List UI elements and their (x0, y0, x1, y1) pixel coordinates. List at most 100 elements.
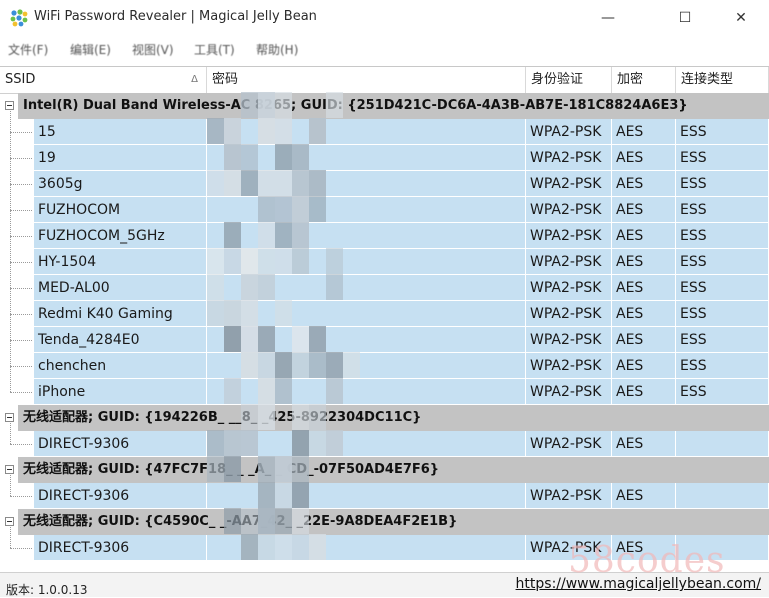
group-row[interactable]: 无线适配器; GUID: {47FC7F18_ _ _A_ _ CD_-07F5… (0, 457, 769, 483)
cell-type: ESS (676, 301, 769, 327)
redaction-block (258, 482, 275, 508)
redaction-block (224, 222, 241, 248)
redaction-block (258, 196, 275, 222)
cell-cipher: AES (612, 197, 676, 223)
menu-edit[interactable]: 编辑(E) (70, 41, 111, 58)
collapse-toggle-icon[interactable] (5, 101, 14, 110)
table-row[interactable]: FUZHOCOM_5GHz WPA2-PSK AES ESS (0, 223, 769, 249)
network-list[interactable]: SSID Δ 密码 身份验证 加密 连接类型 Intel(R) Dual Ban… (0, 66, 769, 573)
redaction-block (275, 170, 292, 196)
title-bar: WiFi Password Revealer | Magical Jelly B… (0, 0, 769, 36)
redaction-block (292, 352, 309, 378)
redaction-block (309, 326, 326, 352)
table-row[interactable]: MED-AL00 WPA2-PSK AES ESS (0, 275, 769, 301)
group-row[interactable]: 无线适配器; GUID: {194226B_ __8_ _425-8922304… (0, 405, 769, 431)
column-header-password[interactable]: 密码 (207, 67, 526, 93)
redaction-block (292, 404, 309, 430)
redaction-block (292, 222, 309, 248)
minimize-button[interactable]: — (585, 0, 631, 36)
column-header-ssid[interactable]: SSID Δ (0, 67, 207, 93)
menu-bar: 文件(F) 编辑(E) 视图(V) 工具(T) 帮助(H) (0, 36, 769, 62)
redaction-block (241, 248, 258, 274)
tree-connector (10, 444, 32, 445)
minimize-icon: — (601, 10, 615, 26)
cell-ssid: 15 (34, 119, 207, 145)
cell-type: ESS (676, 145, 769, 171)
table-row[interactable]: Tenda_4284E0 WPA2-PSK AES ESS (0, 327, 769, 353)
redaction-block (224, 300, 241, 326)
cell-type: ESS (676, 197, 769, 223)
cell-ssid: MED-AL00 (34, 275, 207, 301)
menu-view[interactable]: 视图(V) (132, 41, 174, 58)
table-row[interactable]: chenchen WPA2-PSK AES ESS (0, 353, 769, 379)
tree-connector (10, 392, 32, 393)
version-label: 版本: 1.0.0.13 (6, 583, 88, 597)
cell-cipher: AES (612, 119, 676, 145)
redaction-block (207, 170, 224, 196)
cell-cipher: AES (612, 301, 676, 327)
menu-tools[interactable]: 工具(T) (194, 41, 235, 58)
cell-auth: WPA2-PSK (526, 431, 612, 457)
group-row[interactable]: 无线适配器; GUID: {C4590C_ _-AA7_42_ _22E-9A8… (0, 509, 769, 535)
table-row[interactable]: DIRECT-9306 WPA2-PSK AES (0, 431, 769, 457)
menu-help[interactable]: 帮助(H) (256, 41, 298, 58)
redaction-block (258, 92, 275, 118)
redaction-block (309, 430, 326, 456)
watermark-logo: 58codes (568, 540, 726, 581)
collapse-toggle-icon[interactable] (5, 465, 14, 474)
table-row[interactable]: iPhone WPA2-PSK AES ESS (0, 379, 769, 405)
redaction-block (241, 274, 258, 300)
menu-file[interactable]: 文件(F) (8, 41, 48, 58)
redaction-block (275, 300, 292, 326)
redaction-block (309, 118, 326, 144)
redaction-block (241, 144, 258, 170)
redaction-block (258, 170, 275, 196)
cell-type: ESS (676, 275, 769, 301)
column-header-cipher[interactable]: 加密 (612, 67, 676, 93)
column-header-ssid-label: SSID (5, 72, 36, 87)
cell-auth: WPA2-PSK (526, 353, 612, 379)
cell-type: ESS (676, 327, 769, 353)
maximize-icon: ☐ (678, 10, 692, 26)
cell-ssid: Redmi K40 Gaming (34, 301, 207, 327)
cell-ssid: FUZHOCOM (34, 197, 207, 223)
redaction-block (326, 92, 343, 118)
column-header-connection-type[interactable]: 连接类型 (676, 67, 769, 93)
cell-type: ESS (676, 353, 769, 379)
table-row[interactable]: HY-1504 WPA2-PSK AES ESS (0, 249, 769, 275)
redaction-block (258, 274, 275, 300)
redaction-block (326, 248, 343, 274)
table-row[interactable]: Redmi K40 Gaming WPA2-PSK AES ESS (0, 301, 769, 327)
table-row[interactable]: 3605g WPA2-PSK AES ESS (0, 171, 769, 197)
maximize-button[interactable]: ☐ (662, 0, 708, 36)
cell-auth: WPA2-PSK (526, 171, 612, 197)
cell-type: ESS (676, 223, 769, 249)
collapse-toggle-icon[interactable] (5, 413, 14, 422)
cell-cipher: AES (612, 327, 676, 353)
redaction-block (241, 92, 258, 118)
cell-cipher: AES (612, 379, 676, 405)
column-header-auth[interactable]: 身份验证 (526, 67, 612, 93)
redaction-block (258, 248, 275, 274)
redaction-block (326, 430, 343, 456)
tree-connector (10, 184, 32, 185)
cell-type: ESS (676, 119, 769, 145)
close-button[interactable]: ✕ (718, 0, 764, 36)
tree-connector (10, 340, 32, 341)
table-row[interactable]: DIRECT-9306 WPA2-PSK AES (0, 483, 769, 509)
cell-auth: WPA2-PSK (526, 249, 612, 275)
cell-cipher: AES (612, 249, 676, 275)
redaction-block (241, 508, 258, 534)
table-row[interactable]: 15 WPA2-PSK AES ESS (0, 119, 769, 145)
redaction-block (275, 196, 292, 222)
collapse-toggle-icon[interactable] (5, 517, 14, 526)
table-row[interactable]: FUZHOCOM WPA2-PSK AES ESS (0, 197, 769, 223)
redaction-block (241, 326, 258, 352)
redaction-block (241, 300, 258, 326)
cell-auth: WPA2-PSK (526, 275, 612, 301)
redaction-block (275, 92, 292, 118)
tree-connector (10, 366, 32, 367)
table-row[interactable]: 19 WPA2-PSK AES ESS (0, 145, 769, 171)
redaction-block (309, 404, 326, 430)
group-row[interactable]: Intel(R) Dual Band Wireless-AC 8265; GUI… (0, 93, 769, 119)
